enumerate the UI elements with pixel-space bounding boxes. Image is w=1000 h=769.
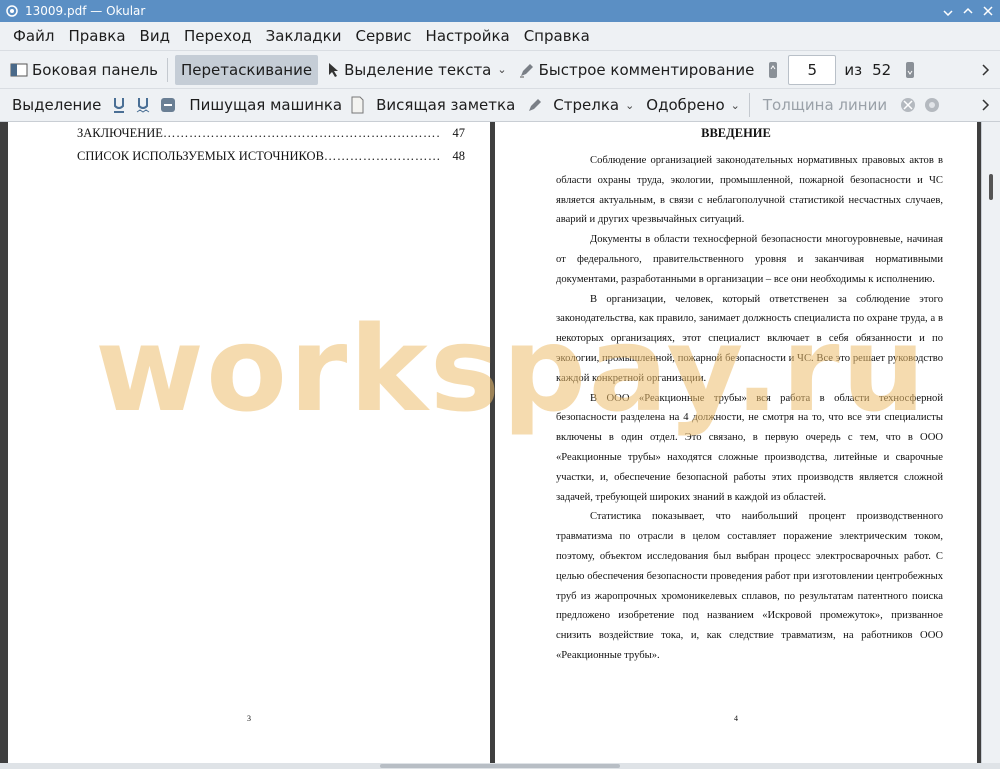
paragraph: В организации, человек, который ответств…	[556, 293, 943, 384]
menu-bookmarks[interactable]: Закладки	[259, 27, 349, 45]
freehand-pen-icon[interactable]	[527, 97, 543, 113]
document-view[interactable]: ЗАКЛЮЧЕНИЕ ………………………………………………………………………………	[0, 122, 1000, 763]
quick-annotation-label: Быстрое комментирование	[538, 60, 755, 79]
toc-dots: ……………………………………………………………………………………………	[162, 126, 441, 140]
line-width-button[interactable]: Толщина линии	[757, 89, 893, 121]
separator	[748, 93, 750, 117]
horizontal-scrollbar[interactable]	[0, 763, 1000, 769]
toc-page: 48	[452, 149, 466, 163]
stamp-button[interactable]: Одобрено ⌄	[640, 89, 746, 121]
toc-dots: ……………………………………………………………	[323, 149, 441, 163]
window-title: 13009.pdf — Okular	[25, 4, 146, 18]
page-number: 3	[247, 714, 251, 723]
maximize-icon[interactable]	[960, 4, 976, 18]
paragraph: Статистика показывает, что наибольший пр…	[556, 511, 943, 661]
page-total-label: 52	[872, 60, 892, 79]
chevron-down-icon[interactable]: ⌄	[625, 99, 634, 112]
annotation-toolbar: Выделение Пишущая машинка Висящая заметк…	[0, 88, 1000, 122]
note-icon[interactable]	[350, 96, 364, 114]
menu-settings[interactable]: Настройка	[419, 27, 517, 45]
menu-file[interactable]: Файл	[6, 27, 61, 45]
arrow-label: Стрелка	[553, 96, 620, 114]
toc-entry[interactable]: СПИСОК ИСПОЛЬЗУЕМЫХ ИСТОЧНИКОВ …………………………	[77, 149, 465, 164]
text-select-label: Выделение текста	[344, 60, 492, 79]
highlight-label: Выделение	[12, 96, 102, 114]
page-4: ВВЕДЕНИЕ Соблюдение организацией законод…	[495, 122, 977, 763]
toc-title: СПИСОК ИСПОЛЬЗУЕМЫХ ИСТОЧНИКОВ	[77, 149, 324, 163]
paragraph: Соблюдение организацией законодательных …	[556, 155, 943, 226]
typewriter-button[interactable]: Пишущая машинка	[183, 89, 348, 121]
sidebar-icon	[10, 62, 28, 78]
scrollbar-thumb[interactable]	[380, 764, 620, 768]
opacity-icon[interactable]	[899, 96, 917, 114]
highlight-button[interactable]: Выделение	[0, 89, 107, 121]
toc-entry[interactable]: ЗАКЛЮЧЕНИЕ ………………………………………………………………………………	[77, 126, 465, 141]
menu-edit[interactable]: Правка	[61, 27, 132, 45]
toc-page: 47	[452, 126, 466, 140]
drag-mode-button[interactable]: Перетаскивание	[175, 54, 319, 85]
chevron-down-icon[interactable]: ⌄	[731, 99, 740, 112]
popup-note-label: Висящая заметка	[376, 96, 516, 114]
page-down-icon[interactable]	[905, 61, 915, 79]
toc-title: ЗАКЛЮЧЕНИЕ	[77, 126, 163, 140]
cursor-icon	[328, 62, 340, 78]
okular-window: 13009.pdf — Okular Файл Правка Вид Перех…	[0, 0, 1000, 769]
paragraph: В ООО «Реакционные трубы» вся работа в о…	[556, 392, 943, 503]
scrollbar-thumb[interactable]	[989, 174, 993, 200]
squiggly-icon[interactable]	[135, 96, 151, 114]
text-select-button[interactable]: Выделение текста ⌄	[322, 51, 513, 88]
sidebar-button[interactable]: Боковая панель	[0, 51, 164, 88]
chevron-down-icon[interactable]: ⌄	[497, 63, 506, 76]
color-icon[interactable]	[923, 96, 941, 114]
line-width-label: Толщина линии	[762, 96, 888, 114]
paragraph: Документы в области техносферной безопас…	[556, 234, 943, 285]
toolbar-overflow-icon[interactable]	[982, 63, 990, 76]
okular-app-icon	[5, 4, 19, 18]
separator	[167, 57, 168, 82]
main-toolbar: Боковая панель Перетаскивание Выделение …	[0, 50, 1000, 88]
page-of-label: из	[844, 60, 863, 79]
page-number: 4	[734, 714, 738, 723]
underline-icon[interactable]	[111, 96, 127, 114]
menu-go[interactable]: Переход	[177, 27, 259, 45]
sidebar-label: Боковая панель	[32, 60, 158, 79]
page-3: ЗАКЛЮЧЕНИЕ ………………………………………………………………………………	[8, 122, 490, 763]
title-bar: 13009.pdf — Okular	[0, 0, 1000, 22]
menu-help[interactable]: Справка	[517, 27, 597, 45]
page-up-icon[interactable]	[768, 61, 778, 79]
minimize-icon[interactable]	[940, 4, 956, 18]
body-text: Соблюдение организацией законодательных …	[556, 151, 943, 666]
close-icon[interactable]	[980, 4, 996, 18]
toolbar-overflow-icon[interactable]	[982, 99, 990, 111]
popup-note-button[interactable]: Висящая заметка	[370, 89, 521, 121]
section-heading: ВВЕДЕНИЕ	[701, 126, 771, 140]
page-number-input[interactable]: 5	[788, 54, 837, 85]
typewriter-label: Пишущая машинка	[189, 96, 343, 114]
arrow-button[interactable]: Стрелка ⌄	[547, 89, 640, 121]
menu-bar: Файл Правка Вид Переход Закладки Сервис …	[0, 22, 1000, 50]
stamp-label: Одобрено	[646, 96, 725, 114]
quick-annotation-button[interactable]: Быстрое комментирование	[513, 51, 761, 88]
strikeout-icon[interactable]	[159, 96, 177, 114]
vertical-scrollbar[interactable]	[981, 122, 1000, 763]
pen-icon	[519, 62, 535, 78]
menu-tools[interactable]: Сервис	[348, 27, 418, 45]
menu-view[interactable]: Вид	[133, 27, 177, 45]
drag-mode-label: Перетаскивание	[181, 60, 313, 79]
